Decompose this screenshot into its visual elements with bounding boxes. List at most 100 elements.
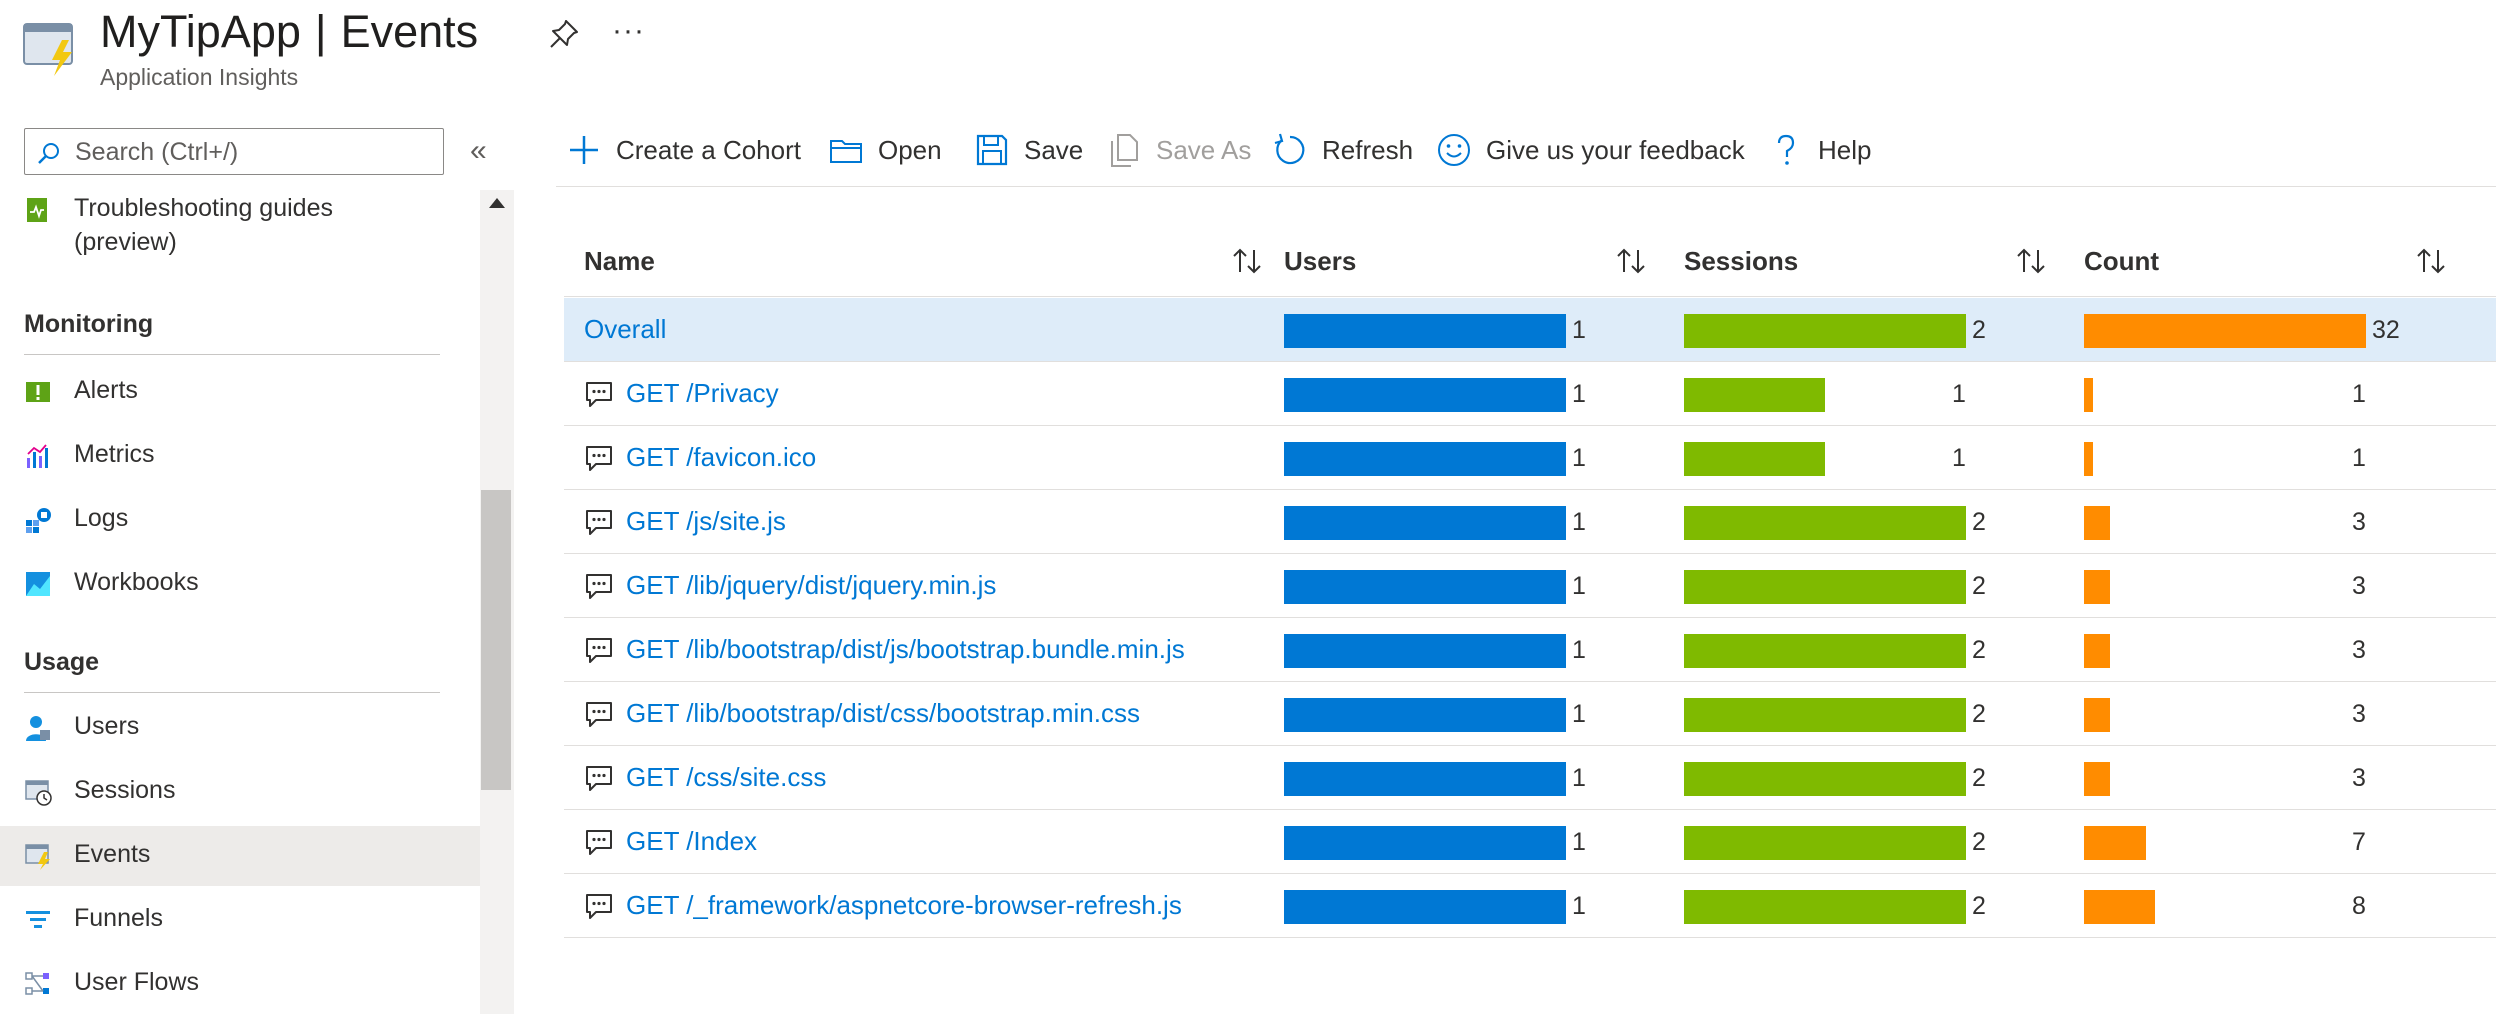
more-options-button[interactable]: ··· [612, 14, 645, 48]
column-header-users[interactable]: Users [1284, 232, 1684, 296]
feedback-label: Give us your feedback [1486, 134, 1745, 165]
sidebar-item-logs[interactable]: Logs [0, 490, 480, 550]
count-value: 3 [2352, 572, 2366, 600]
sidebar-item-label: Funnels [74, 904, 163, 932]
count-bar [2084, 634, 2110, 668]
folder-open-icon [830, 140, 862, 163]
column-header-sessions[interactable]: Sessions [1684, 232, 2084, 296]
event-name-link[interactable]: GET /favicon.ico [584, 442, 816, 473]
count-bar [2084, 378, 2093, 412]
sidebar-item-users[interactable]: Users [0, 698, 480, 758]
scrollbar-thumb[interactable] [481, 490, 511, 790]
workbooks-icon [26, 572, 50, 596]
count-bar [2084, 826, 2146, 860]
save-as-button[interactable]: Save As [1106, 130, 1251, 170]
event-name-link[interactable]: GET /lib/bootstrap/dist/css/bootstrap.mi… [584, 698, 1140, 729]
users-bar [1284, 698, 1566, 732]
column-header-name[interactable]: Name [584, 232, 1264, 296]
sidebar-item-label: (preview) [74, 228, 177, 256]
sidebar-item-sessions[interactable]: Sessions [0, 762, 480, 822]
refresh-icon [1274, 133, 1305, 165]
sidebar-item-alerts[interactable]: Alerts [0, 362, 480, 422]
sidebar-nav: Troubleshooting guides (preview) Monitor… [0, 190, 480, 1014]
sessions-value: 2 [1972, 508, 1986, 536]
table-row[interactable]: GET /Privacy 1 1 1 [564, 362, 2496, 426]
users-value: 1 [1572, 380, 1586, 408]
sessions-value: 2 [1972, 700, 1986, 728]
event-name-link[interactable]: GET /Privacy [584, 378, 779, 409]
column-header-label: Users [1284, 246, 1357, 276]
refresh-button[interactable]: Refresh [1272, 130, 1413, 170]
count-bar [2084, 570, 2110, 604]
table-row[interactable]: GET /js/site.js 1 2 3 [564, 490, 2496, 554]
sidebar-item-label: Logs [74, 504, 129, 532]
sidebar-item-funnels[interactable]: Funnels [0, 890, 480, 950]
help-button[interactable]: Help [1768, 130, 1871, 170]
search-input[interactable]: Search (Ctrl+/) [24, 128, 444, 175]
users-value: 1 [1572, 636, 1586, 664]
sidebar-scrollbar[interactable] [480, 190, 514, 1014]
table-row[interactable]: GET /css/site.css 1 2 3 [564, 746, 2496, 810]
table-row[interactable]: GET /lib/bootstrap/dist/css/bootstrap.mi… [564, 682, 2496, 746]
divider [24, 692, 440, 693]
sessions-value: 1 [1952, 380, 1966, 408]
table-row[interactable]: Overall 1 2 32 [564, 298, 2496, 362]
sessions-bar [1684, 762, 1966, 796]
message-icon [586, 381, 612, 407]
event-name-link[interactable]: GET /lib/bootstrap/dist/js/bootstrap.bun… [584, 634, 1185, 665]
table-row[interactable]: GET /lib/bootstrap/dist/js/bootstrap.bun… [564, 618, 2496, 682]
pin-icon[interactable] [548, 18, 580, 50]
table-row[interactable]: GET /lib/jquery/dist/jquery.min.js 1 2 3 [564, 554, 2496, 618]
save-as-label: Save As [1156, 134, 1252, 165]
sidebar-item-troubleshooting[interactable]: Troubleshooting guides (preview) [0, 190, 480, 270]
message-icon [586, 765, 612, 791]
event-name-link[interactable]: GET /_framework/aspnetcore-browser-refre… [584, 890, 1182, 921]
sidebar-item-events[interactable]: Events [0, 826, 480, 886]
sidebar-item-metrics[interactable]: Metrics [0, 426, 480, 486]
users-value: 1 [1572, 316, 1586, 344]
sidebar-item-user-flows[interactable]: User Flows [0, 954, 480, 1014]
sessions-bar [1684, 314, 1966, 348]
sessions-icon [25, 780, 52, 806]
event-name-text: GET /favicon.ico [626, 442, 817, 472]
column-header-count[interactable]: Count [2084, 232, 2484, 296]
feedback-button[interactable]: Give us your feedback [1436, 130, 1745, 170]
count-value: 1 [2352, 444, 2366, 472]
table-row[interactable]: GET /favicon.ico 1 1 1 [564, 426, 2496, 490]
users-value: 1 [1572, 572, 1586, 600]
open-button[interactable]: Open [828, 130, 942, 170]
event-name-text: GET /Index [626, 826, 758, 856]
count-value: 32 [2372, 316, 2400, 344]
event-name-link[interactable]: GET /lib/jquery/dist/jquery.min.js [584, 570, 996, 601]
sessions-value: 2 [1972, 572, 1986, 600]
table-row[interactable]: GET /_framework/aspnetcore-browser-refre… [564, 874, 2496, 938]
header-divider [564, 296, 2496, 297]
sidebar-item-workbooks[interactable]: Workbooks [0, 554, 480, 614]
save-button[interactable]: Save [974, 130, 1083, 170]
users-bar [1284, 634, 1566, 668]
scroll-up-arrow-icon[interactable] [489, 198, 505, 208]
event-name-link[interactable]: GET /css/site.css [584, 762, 826, 793]
search-placeholder: Search (Ctrl+/) [75, 138, 239, 166]
sort-icon[interactable] [1614, 244, 1648, 278]
event-name-link[interactable]: GET /js/site.js [584, 506, 786, 537]
count-bar [2084, 890, 2155, 924]
sort-icon[interactable] [1230, 244, 1264, 278]
count-bar [2084, 314, 2366, 348]
users-bar [1284, 442, 1566, 476]
collapse-sidebar-button[interactable]: « [470, 134, 487, 168]
event-name-link[interactable]: Overall [584, 314, 666, 345]
table-row[interactable]: GET /Index 1 2 7 [564, 810, 2496, 874]
user-flows-icon [25, 972, 49, 995]
sessions-bar [1684, 378, 1825, 412]
message-icon [586, 509, 612, 535]
count-value: 7 [2352, 828, 2366, 856]
sort-icon[interactable] [2014, 244, 2048, 278]
event-name-text: GET /Privacy [626, 378, 779, 408]
users-value: 1 [1572, 444, 1586, 472]
funnels-icon [26, 911, 50, 928]
events-icon [25, 844, 50, 870]
create-cohort-button[interactable]: Create a Cohort [566, 130, 801, 170]
sort-icon[interactable] [2414, 244, 2448, 278]
event-name-link[interactable]: GET /Index [584, 826, 757, 857]
